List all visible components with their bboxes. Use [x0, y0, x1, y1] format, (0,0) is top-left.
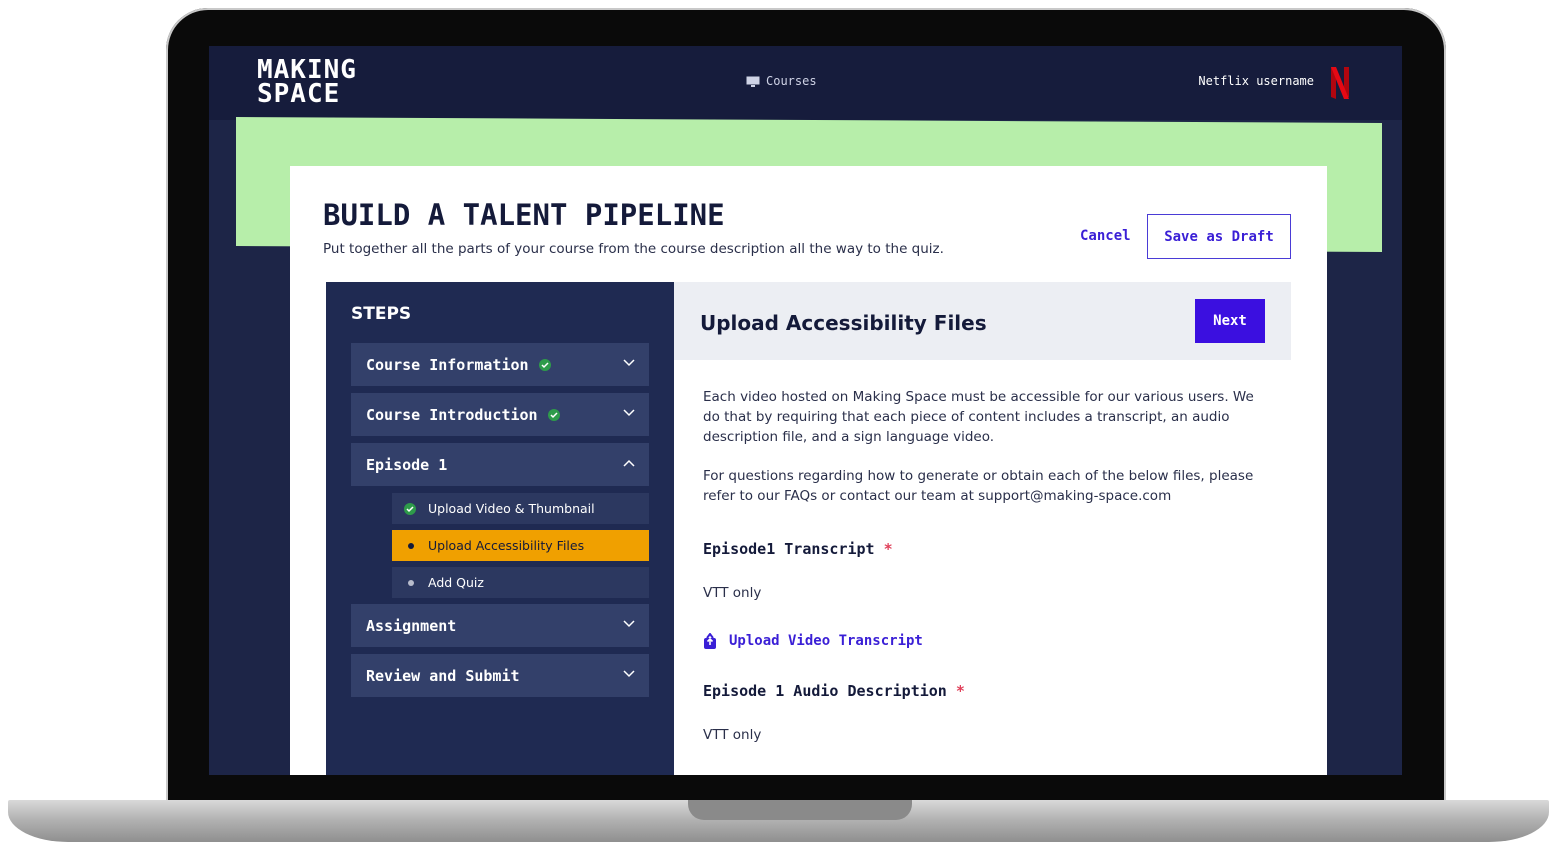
chevron-down-icon [623, 359, 635, 367]
cancel-button[interactable]: Cancel [1080, 228, 1131, 244]
transcript-label-text: Episode1 Transcript [703, 540, 875, 558]
upload-transcript-label: Upload Video Transcript [729, 633, 923, 649]
content-header: Upload Accessibility Files Next [674, 282, 1291, 360]
laptop-notch [688, 800, 912, 820]
audio-description-field-label: Episode 1 Audio Description * [703, 682, 965, 700]
save-draft-button[interactable]: Save as Draft [1147, 214, 1291, 259]
upload-icon [704, 633, 716, 649]
step-label: Course Information [366, 355, 529, 374]
page-title: BUILD A TALENT PIPELINE [323, 198, 725, 232]
chevron-down-icon [623, 620, 635, 628]
step-course-introduction[interactable]: Course Introduction [351, 393, 649, 436]
nav-courses-link[interactable]: Courses [746, 74, 817, 88]
step-label: Assignment [366, 616, 457, 635]
top-navbar: MAKING SPACE Courses Netflix username [209, 46, 1402, 120]
step-assignment[interactable]: Assignment [351, 604, 649, 647]
pending-dot-icon [408, 579, 414, 586]
substep-add-quiz[interactable]: Add Quiz [392, 567, 649, 598]
check-icon [547, 408, 560, 421]
required-mark: * [955, 682, 965, 700]
app-screen: MAKING SPACE Courses Netflix username BU… [209, 46, 1402, 775]
required-mark: * [883, 540, 893, 558]
content-title: Upload Accessibility Files [700, 311, 987, 335]
audio-description-hint: VTT only [703, 727, 762, 743]
step-label: Course Introduction [366, 405, 538, 424]
step-episode-1[interactable]: Episode 1 [351, 443, 649, 486]
substep-label: Upload Accessibility Files [428, 538, 585, 553]
steps-title: STEPS [351, 304, 412, 324]
transcript-hint: VTT only [703, 585, 762, 601]
check-icon [538, 358, 551, 371]
step-course-information[interactable]: Course Information [351, 343, 649, 386]
step-label: Episode 1 [366, 455, 448, 474]
username[interactable]: Netflix username [1198, 74, 1314, 88]
intro-paragraph: Each video hosted on Making Space must b… [703, 389, 1254, 445]
audio-description-label-text: Episode 1 Audio Description [703, 682, 947, 700]
chevron-down-icon [623, 670, 635, 678]
chevron-down-icon [623, 409, 635, 417]
main-card: BUILD A TALENT PIPELINE Put together all… [290, 166, 1327, 775]
substep-label: Upload Video & Thumbnail [428, 501, 595, 516]
logo-line-2: SPACE [257, 79, 341, 109]
substep-label: Add Quiz [428, 575, 484, 590]
monitor-icon [746, 76, 760, 87]
transcript-field-label: Episode1 Transcript * [703, 540, 893, 558]
page-subtitle: Put together all the parts of your cours… [323, 241, 944, 257]
steps-sidebar: STEPS Course Information Course Introduc… [326, 282, 674, 775]
upload-transcript-button[interactable]: Upload Video Transcript [703, 633, 923, 649]
check-icon [404, 502, 416, 515]
next-button[interactable]: Next [1195, 299, 1265, 343]
netflix-icon [1331, 67, 1349, 99]
chevron-up-icon [623, 459, 635, 467]
nav-courses-label: Courses [766, 74, 817, 88]
substep-upload-video-thumbnail[interactable]: Upload Video & Thumbnail [392, 493, 649, 524]
making-space-logo[interactable]: MAKING SPACE [257, 57, 357, 109]
contact-paragraph: For questions regarding how to generate … [703, 468, 1254, 504]
step-label: Review and Submit [366, 666, 520, 685]
step-review-and-submit[interactable]: Review and Submit [351, 654, 649, 697]
substep-upload-accessibility-files[interactable]: Upload Accessibility Files [392, 530, 649, 561]
current-dot-icon [408, 542, 414, 549]
